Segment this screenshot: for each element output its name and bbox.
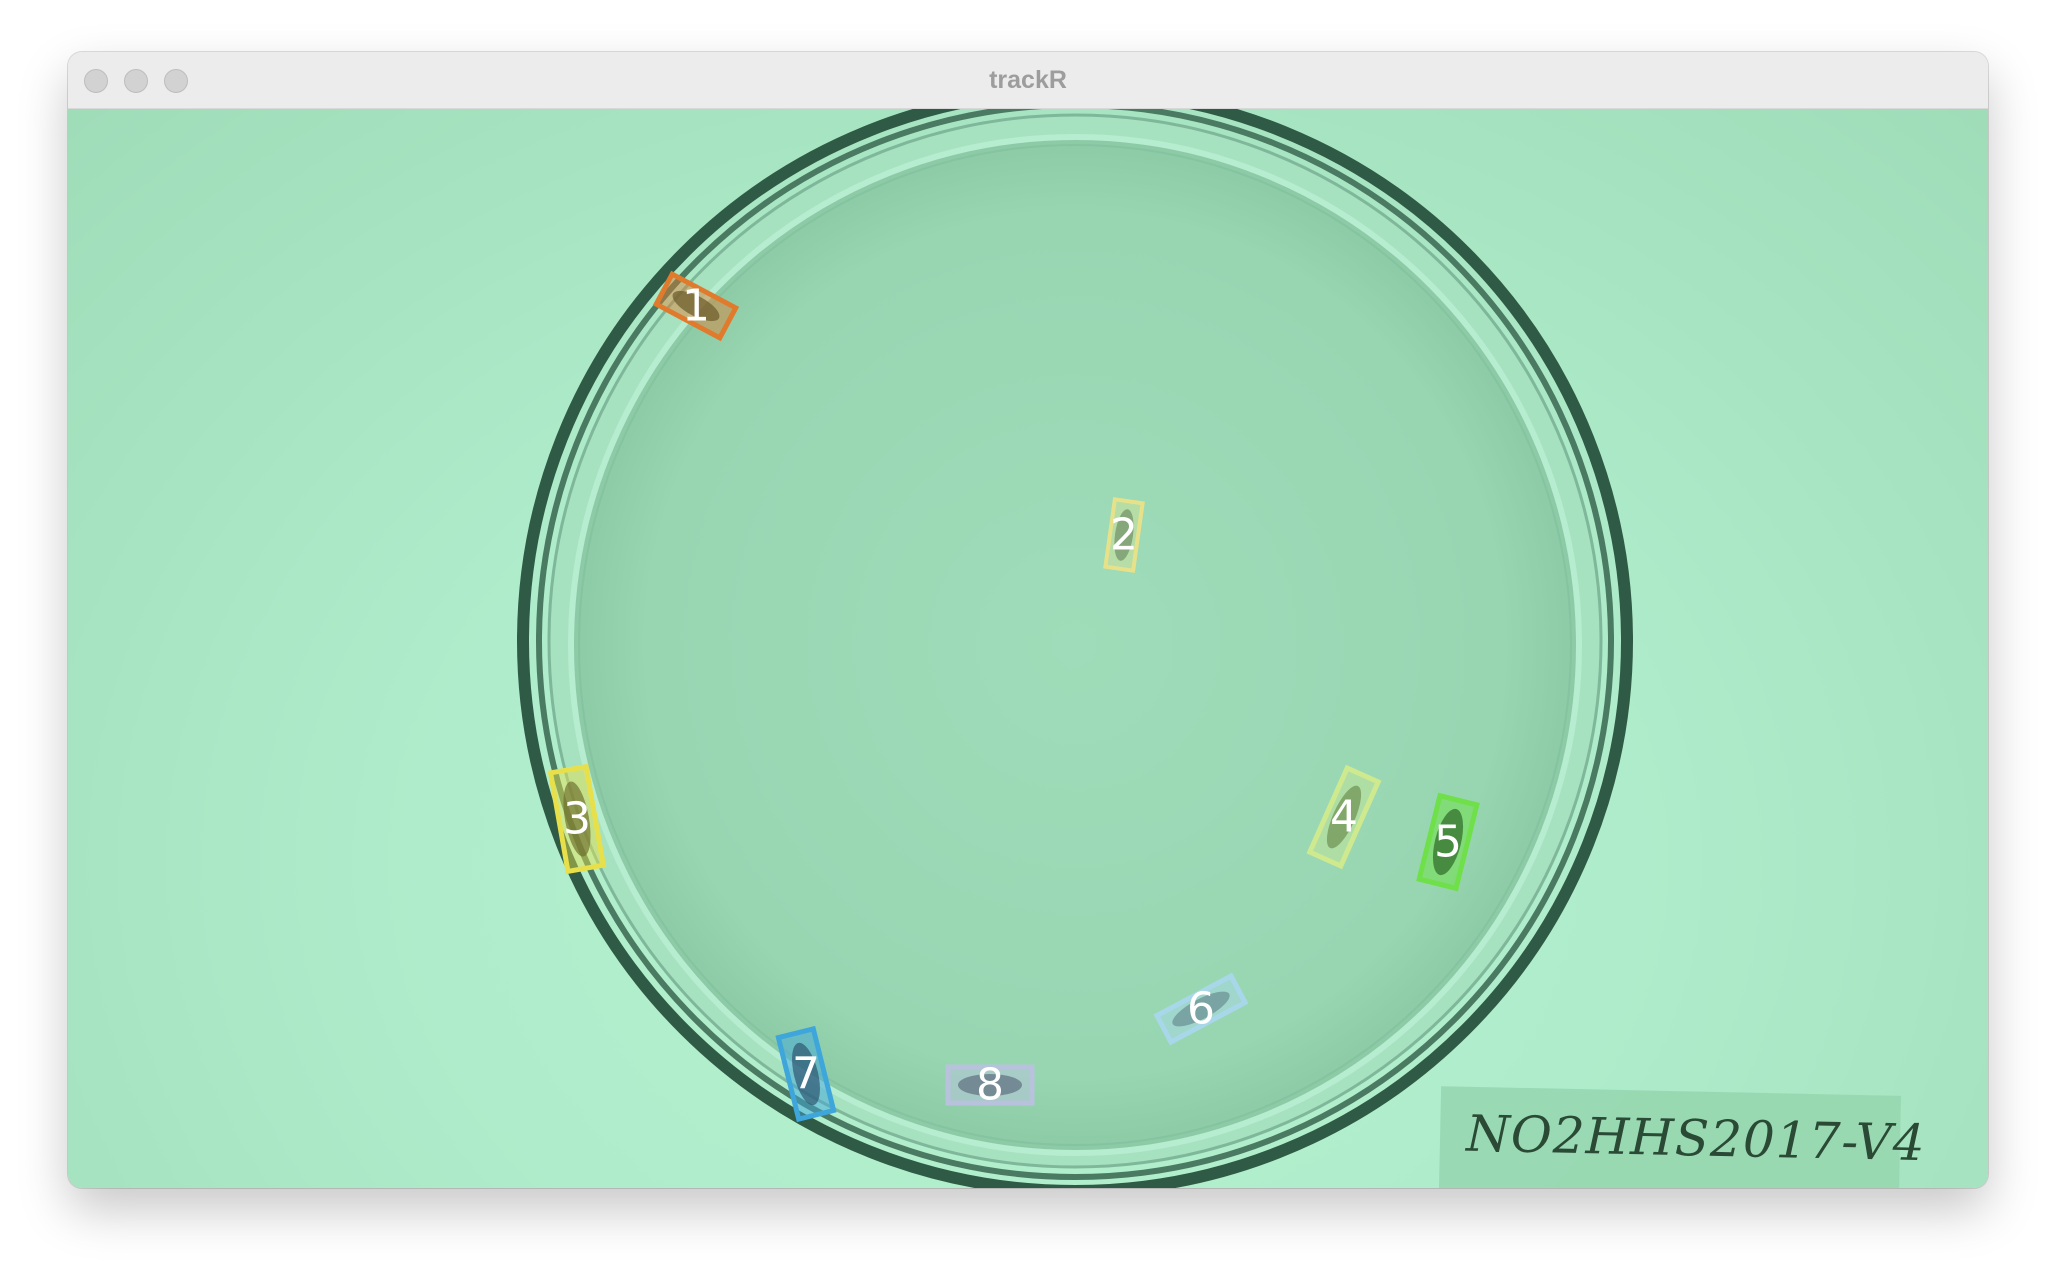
track-id: 2 <box>1110 510 1138 561</box>
track-id: 3 <box>563 794 591 845</box>
video-viewport[interactable]: 1 2 3 4 5 6 7 8 NO2HHS2017-V4 <box>68 109 1988 1188</box>
track-id: 5 <box>1434 817 1462 868</box>
track-id: 6 <box>1187 984 1215 1035</box>
track-id: 7 <box>792 1049 820 1100</box>
track-id: 8 <box>976 1060 1004 1111</box>
title-bar: trackR <box>68 52 1988 109</box>
track-id: 4 <box>1330 792 1358 843</box>
petri-dish <box>517 109 1633 1188</box>
window-title: trackR <box>989 66 1067 94</box>
tracking-frame: 1 2 3 4 5 6 7 8 <box>517 109 1633 1188</box>
app-window: trackR 1 2 3 4 5 6 7 8 NO2HHS2017-V4 <box>68 52 1988 1188</box>
track-id: 1 <box>682 281 710 332</box>
sample-label-text: NO2HHS2017-V4 <box>1465 1104 1927 1173</box>
track-8[interactable]: 8 <box>945 1060 1035 1111</box>
